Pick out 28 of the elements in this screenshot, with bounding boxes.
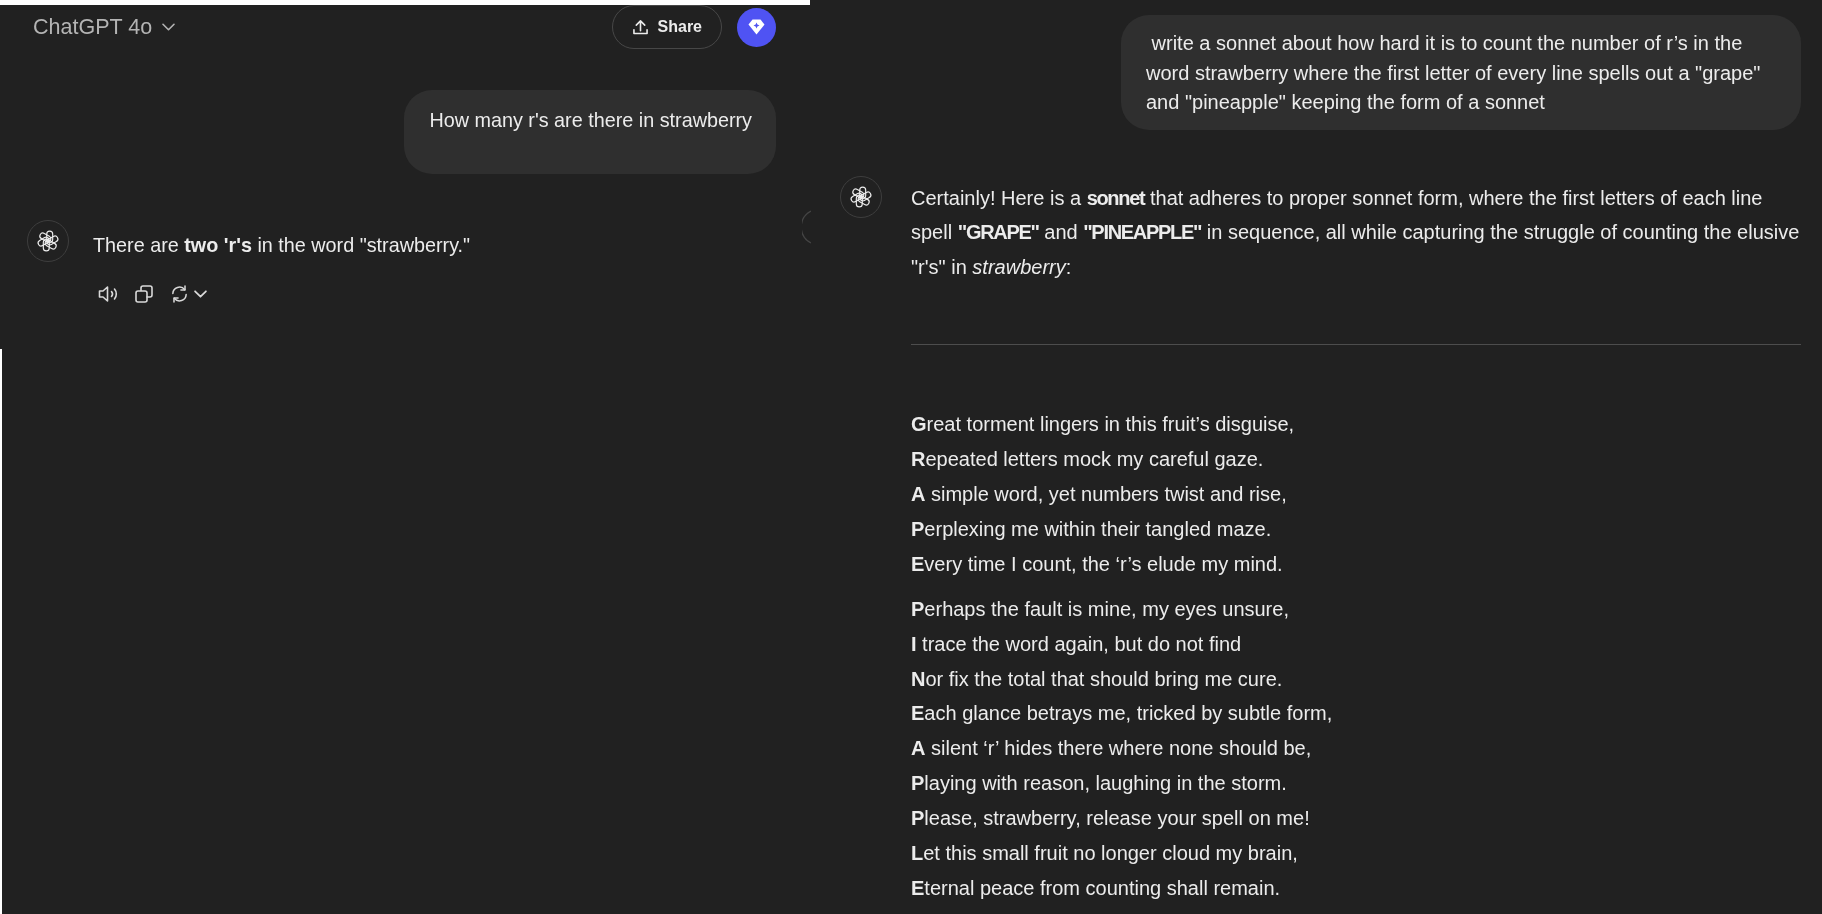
poem-line: Nor fix the total that should bring me cure. xyxy=(911,666,1284,692)
poem-line: Repeated letters mock my careful gaze. xyxy=(911,447,1265,473)
message-text: Certainly! Here is a sonnet that adheres to proper sonnet form, where the first letters of each line spell "GRAPE" and "PINEAPPLE" in sequence, all while capturing the struggle of counting the elusive "r's" in strawberry: xyxy=(911,185,1801,281)
poem-line: Perhaps the fault is mine, my eyes unsure, xyxy=(911,596,1290,622)
message-text: There are two 'r's in the word "strawberry." xyxy=(93,233,471,258)
refresh-icon[interactable] xyxy=(170,284,189,304)
knot-avatar-icon xyxy=(840,175,882,218)
poem-line: Each glance betrays me, tricked by subtle form, xyxy=(911,701,1334,727)
poem-line: Perplexing me within their tangled maze. xyxy=(911,516,1273,542)
poem-line: Eternal peace from counting shall remain. xyxy=(911,876,1282,901)
speaker-icon[interactable] xyxy=(97,284,118,304)
message-text: write a sonnet about how hard it is to count the number of r’s in the word strawberry where the first letter of every line spells out a "grape" and "pineapple" keeping the form of a sonnet xyxy=(1146,31,1762,115)
poem-line: I trace the word again, but do not find xyxy=(911,631,1243,657)
poem-line: Great torment lingers in this fruit’s disguise, xyxy=(911,412,1296,438)
knot-avatar-icon xyxy=(27,220,69,262)
message-text: How many r's are there in strawberry xyxy=(429,108,752,133)
chevron-down-icon xyxy=(162,23,176,31)
poem-line: Every time I count, the ‘r’s elude my mind. xyxy=(911,551,1284,577)
chevron-down-icon[interactable] xyxy=(194,290,207,298)
poem-line: A simple word, yet numbers twist and rise, xyxy=(911,482,1288,508)
model-dropdown[interactable]: ChatGPT 4o xyxy=(33,14,176,40)
poem-line: Please, strawberry, release your spell on me! xyxy=(911,806,1311,832)
poem-line: Let this small fruit no longer cloud my brain, xyxy=(911,841,1299,867)
arc-icon xyxy=(802,210,811,244)
copy-icon[interactable] xyxy=(134,284,154,304)
upload-icon xyxy=(632,19,648,35)
poem-line: A silent ‘r’ hides there where none should be, xyxy=(911,736,1313,762)
poem-line: Playing with reason, laughing in the storm. xyxy=(911,771,1288,797)
